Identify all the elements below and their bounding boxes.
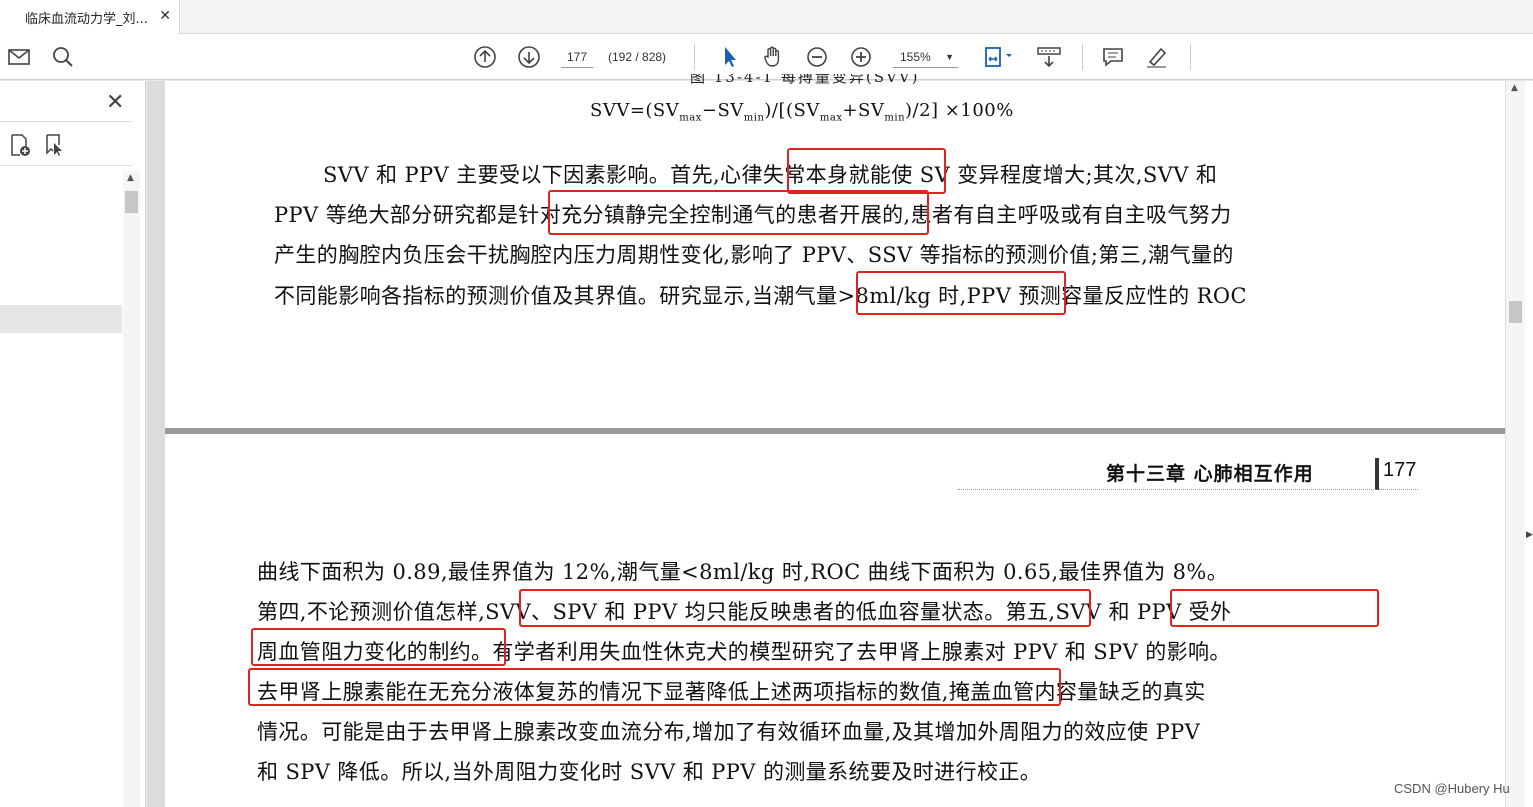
paragraph-line: 不同能影响各指标的预测价值及其界值。研究显示,当潮气量>8ml/kg 时,PPV… [274, 284, 1247, 308]
highlight-box [1170, 589, 1379, 627]
header-rule [958, 489, 1418, 490]
chapter-header: 第十三章 心肺相互作用 [1106, 463, 1314, 485]
select-tool-icon[interactable] [717, 44, 743, 70]
page-number-input[interactable]: 177 [561, 46, 593, 68]
highlight-box [251, 628, 506, 666]
tab-bar: 临床血流动力学_刘... ✕ [0, 0, 1533, 34]
scroll-thumb[interactable] [125, 191, 138, 213]
close-panel-icon[interactable]: ✕ [106, 90, 124, 115]
page-down-icon[interactable] [516, 44, 542, 70]
bookmark-options-icon[interactable] [42, 133, 66, 157]
tab-close-icon[interactable]: ✕ [159, 8, 171, 24]
highlight-box [787, 148, 946, 194]
paragraph-line: SVV 和 PPV 主要受以下因素影响。首先,心律失常本身就能使 SV 变异程度… [323, 163, 1218, 187]
toolbar-divider [1082, 44, 1083, 70]
paragraph-line: 和 SPV 降低。所以,当外周阻力变化时 SVV 和 PPV 的测量系统要及时进… [257, 760, 1042, 784]
add-bookmark-icon[interactable] [8, 133, 32, 157]
paragraph-line: 产生的胸腔内负压会干扰胸腔内压力周期性变化,影响了 PPV、SSV 等指标的预测… [274, 243, 1234, 267]
comment-icon[interactable] [1100, 44, 1126, 70]
highlight-box [519, 589, 1091, 627]
page-count: (192 / 828) [608, 50, 667, 64]
document-scrollbar[interactable]: ▲ [1505, 81, 1525, 807]
header-bar [1375, 458, 1379, 490]
right-pane [1525, 81, 1533, 807]
highlight-box [548, 190, 929, 235]
zoom-out-icon[interactable] [804, 44, 830, 70]
svv-formula: SVV=(SVmax−SVmin)/[(SVmax+SVmin)/2] ×100… [590, 100, 1014, 124]
toolbar-divider [1190, 44, 1191, 70]
highlight-box [248, 668, 1061, 706]
paragraph-line: 曲线下面积为 0.89,最佳界值为 12%,潮气量<8ml/kg 时,ROC 曲… [257, 560, 1229, 584]
header-page-number: 177 [1383, 459, 1417, 481]
mail-icon[interactable] [6, 44, 32, 70]
panel-scrollbar[interactable]: ▲ [123, 171, 140, 807]
fit-page-icon[interactable] [980, 44, 1020, 70]
hand-tool-icon[interactable] [760, 44, 786, 70]
scroll-up-icon[interactable]: ▲ [127, 173, 134, 183]
panel-divider [0, 165, 132, 166]
highlight-pen-icon[interactable] [1144, 44, 1170, 70]
scroll-up-icon[interactable]: ▲ [1511, 83, 1518, 93]
expand-right-panel-icon[interactable]: ▶ [1526, 530, 1533, 540]
page-up-icon[interactable] [472, 44, 498, 70]
paragraph-line: 情况。可能是由于去甲肾上腺素改变血流分布,增加了有效循环血量,及其增加外周阻力的… [257, 720, 1201, 744]
tab-title: 临床血流动力学_刘... [25, 11, 148, 27]
zoom-value: 155% [900, 50, 931, 64]
toolbar: 177 (192 / 828) 155% ▼ [0, 34, 1533, 80]
toolbar-divider [694, 44, 695, 70]
zoom-select[interactable]: 155% ▼ [893, 46, 958, 68]
search-icon[interactable] [50, 44, 76, 70]
scroll-thumb[interactable] [1509, 301, 1522, 323]
selected-bookmark-row[interactable] [0, 305, 122, 333]
watermark: CSDN @Hubery Hu [1394, 781, 1510, 796]
scroll-mode-icon[interactable] [1036, 44, 1062, 70]
highlight-box [856, 271, 1066, 315]
document-tab[interactable]: 临床血流动力学_刘... ✕ [0, 0, 180, 34]
zoom-in-icon[interactable] [848, 44, 874, 70]
side-panel: ✕ ▲ [0, 81, 146, 807]
chevron-down-icon: ▼ [945, 52, 954, 62]
panel-divider [0, 121, 132, 122]
